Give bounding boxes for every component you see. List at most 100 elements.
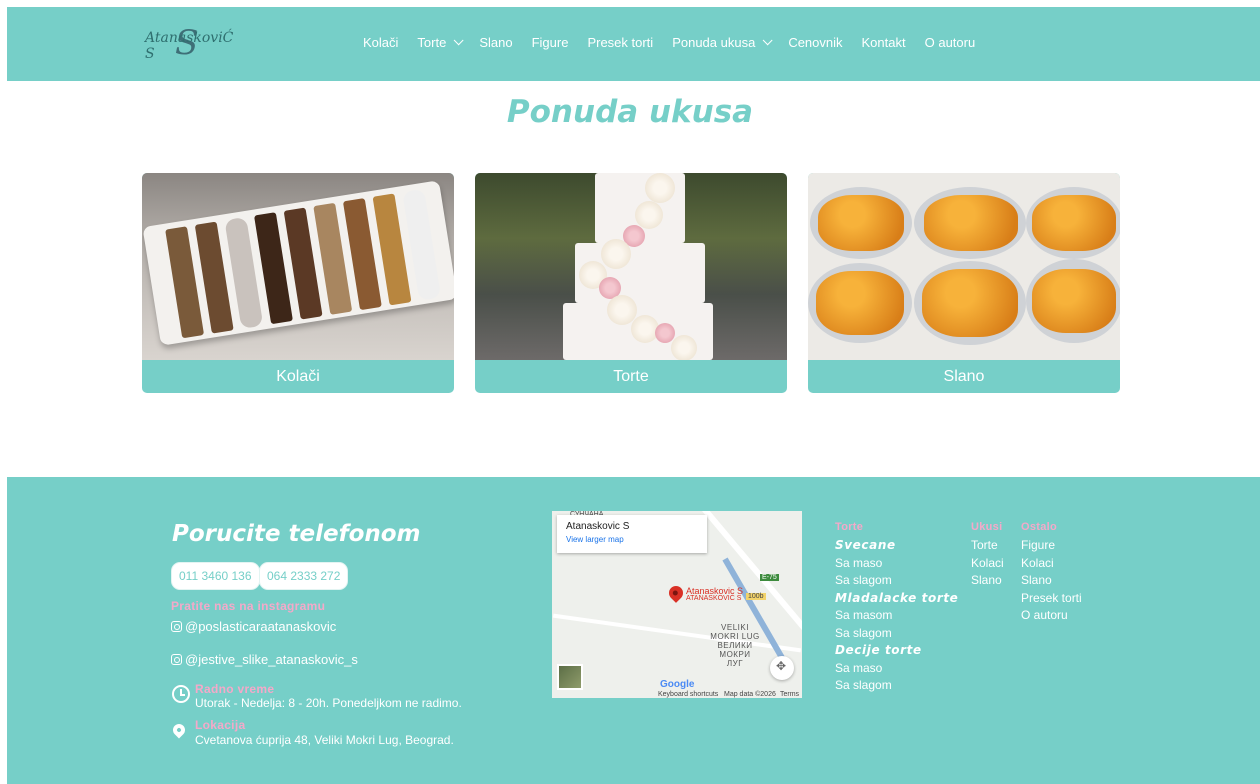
phone-button-landline[interactable]: 011 3460 136 xyxy=(171,562,260,590)
footer-link[interactable]: Sa masom xyxy=(835,607,958,625)
footer-column-torte: Torte Svecane Sa maso Sa slagom Mladalac… xyxy=(835,519,958,695)
map-pin-icon[interactable] xyxy=(666,583,686,603)
instagram-handle: @poslasticaraatanaskovic xyxy=(185,619,337,634)
satellite-toggle[interactable] xyxy=(557,664,583,690)
hours-heading: Radno vreme xyxy=(195,682,275,696)
nav-item-o-autoru[interactable]: O autoru xyxy=(925,35,976,50)
footer-title: Porucite telefonom xyxy=(172,521,421,547)
map-road-sign: 100b xyxy=(746,593,766,600)
rose xyxy=(635,201,663,229)
footer-link[interactable]: Sa slagom xyxy=(835,625,958,643)
logo-text: AtanaskoviĆ S xyxy=(145,30,234,62)
nav-label: Figure xyxy=(531,35,569,50)
nav-item-figure[interactable]: Figure xyxy=(532,35,569,50)
nav-label: Kontakt xyxy=(861,35,906,50)
location-heading: Lokacija xyxy=(195,718,246,732)
torte-image xyxy=(475,173,787,360)
pastry-pile xyxy=(924,195,1018,251)
nav-label: Slano xyxy=(479,35,513,50)
town-line: MOKRI LUG xyxy=(710,632,760,641)
chevron-down-icon xyxy=(762,35,773,46)
view-larger-map-link[interactable]: View larger map xyxy=(566,535,698,544)
town-line: МОКРИ ЛУГ xyxy=(719,650,751,668)
pastry-pile xyxy=(922,269,1018,337)
map-info-card: Atanaskovic S View larger map xyxy=(557,515,707,553)
nav-label: Ponuda ukusa xyxy=(672,35,756,50)
nav-label: Torte xyxy=(417,35,447,50)
tray-shape xyxy=(142,180,454,346)
town-line: VELIKI xyxy=(721,623,749,632)
footer-link[interactable]: Kolaci xyxy=(1021,555,1082,573)
nav-label: O autoru xyxy=(924,35,976,50)
footer-link[interactable]: Sa maso xyxy=(835,660,958,678)
nav-item-torte[interactable]: Torte xyxy=(417,35,464,50)
map-data-text: Map data ©2026 xyxy=(724,691,776,698)
instagram-heading: Pratite nas na instagramu xyxy=(171,599,326,613)
nav-item-cenovnik[interactable]: Cenovnik xyxy=(788,35,842,50)
instagram-icon xyxy=(171,621,182,632)
nav-item-kolaci[interactable]: Kolači xyxy=(363,35,398,50)
town-line: ВЕЛИКИ xyxy=(717,641,753,650)
slano-image xyxy=(808,173,1120,360)
column-heading: Ukusi xyxy=(971,521,1003,533)
nav-label: Cenovnik xyxy=(788,35,843,50)
rose xyxy=(671,335,697,360)
brand-logo[interactable]: S AtanaskoviĆ S xyxy=(145,23,245,63)
map-town-label: VELIKI MOKRI LUG ВЕЛИКИ МОКРИ ЛУГ xyxy=(710,623,760,668)
clock-icon xyxy=(172,685,190,703)
category-card-slano[interactable]: Slano xyxy=(808,173,1120,393)
group-title: Mladalacke torte xyxy=(835,590,959,605)
map-pan-control-icon[interactable] xyxy=(770,656,794,680)
footer-link[interactable]: Sa maso xyxy=(835,555,958,573)
nav-item-presek-torti[interactable]: Presek torti xyxy=(587,35,653,50)
page-title: Ponuda ukusa xyxy=(506,94,754,130)
footer-column-ukusi: Ukusi Torte Kolaci Slano xyxy=(971,519,1004,590)
nav-item-ponuda-ukusa[interactable]: Ponuda ukusa xyxy=(672,35,773,50)
footer-link[interactable]: Slano xyxy=(1021,572,1082,590)
hours-text: Utorak - Nedelja: 8 - 20h. Ponedeljkom n… xyxy=(195,696,462,710)
rose xyxy=(655,323,675,343)
group-title: Decije torte xyxy=(835,643,922,657)
footer-column-ostalo: Ostalo Figure Kolaci Slano Presek torti … xyxy=(1021,519,1082,625)
category-card-torte[interactable]: Torte xyxy=(475,173,787,393)
instagram-handle: @jestive_slike_atanaskovic_s xyxy=(185,652,358,667)
main-nav: Kolači Torte Slano Figure Presek torti P… xyxy=(363,35,994,50)
keyboard-shortcuts-link[interactable]: Keyboard shortcuts xyxy=(658,691,718,698)
nav-label: Kolači xyxy=(363,35,399,50)
nav-item-kontakt[interactable]: Kontakt xyxy=(862,35,906,50)
card-label: Torte xyxy=(613,368,649,385)
footer: Porucite telefonom 011 3460 136 064 2333… xyxy=(7,477,1260,784)
chevron-down-icon xyxy=(453,35,464,46)
instagram-icon xyxy=(171,654,182,665)
footer-link[interactable]: Sa slagom xyxy=(835,572,958,590)
card-label: Kolači xyxy=(276,368,320,385)
kolaci-image xyxy=(142,173,454,360)
group-title: Svecane xyxy=(835,538,896,552)
pastry-pile xyxy=(1032,269,1116,333)
location-text: Cvetanova ćuprija 48, Veliki Mokri Lug, … xyxy=(195,733,454,747)
nav-item-slano[interactable]: Slano xyxy=(479,35,512,50)
map-pin-label: Atanaskovic S xyxy=(686,586,744,596)
footer-link[interactable]: Torte xyxy=(971,537,1004,555)
map-terms-link[interactable]: Terms xyxy=(780,691,799,698)
rose xyxy=(601,239,631,269)
pastry-pile xyxy=(1032,195,1116,251)
footer-link[interactable]: Presek torti xyxy=(1021,590,1082,608)
footer-link[interactable]: Slano xyxy=(971,572,1004,590)
card-label: Slano xyxy=(943,368,985,385)
footer-link[interactable]: Kolaci xyxy=(971,555,1004,573)
instagram-link-2[interactable]: @jestive_slike_atanaskovic_s xyxy=(171,652,358,667)
rose xyxy=(645,173,675,203)
map-pin-sublabel: ATANASKOVIĆ S xyxy=(686,595,742,602)
footer-link[interactable]: Sa slagom xyxy=(835,677,958,695)
footer-link[interactable]: Figure xyxy=(1021,537,1082,555)
instagram-link-1[interactable]: @poslasticaraatanaskovic xyxy=(171,619,336,634)
map-road-sign: Е-75 xyxy=(760,574,779,581)
category-card-kolaci[interactable]: Kolači xyxy=(142,173,454,393)
phone-button-mobile[interactable]: 064 2333 272 xyxy=(259,562,349,590)
nav-label: Presek torti xyxy=(587,35,654,50)
footer-link[interactable]: O autoru xyxy=(1021,607,1082,625)
column-heading: Ostalo xyxy=(1021,521,1058,533)
location-pin-icon xyxy=(170,721,188,739)
embedded-map[interactable]: СУНЧАНА Е-75 100b Atanaskovic S View lar… xyxy=(552,511,802,698)
